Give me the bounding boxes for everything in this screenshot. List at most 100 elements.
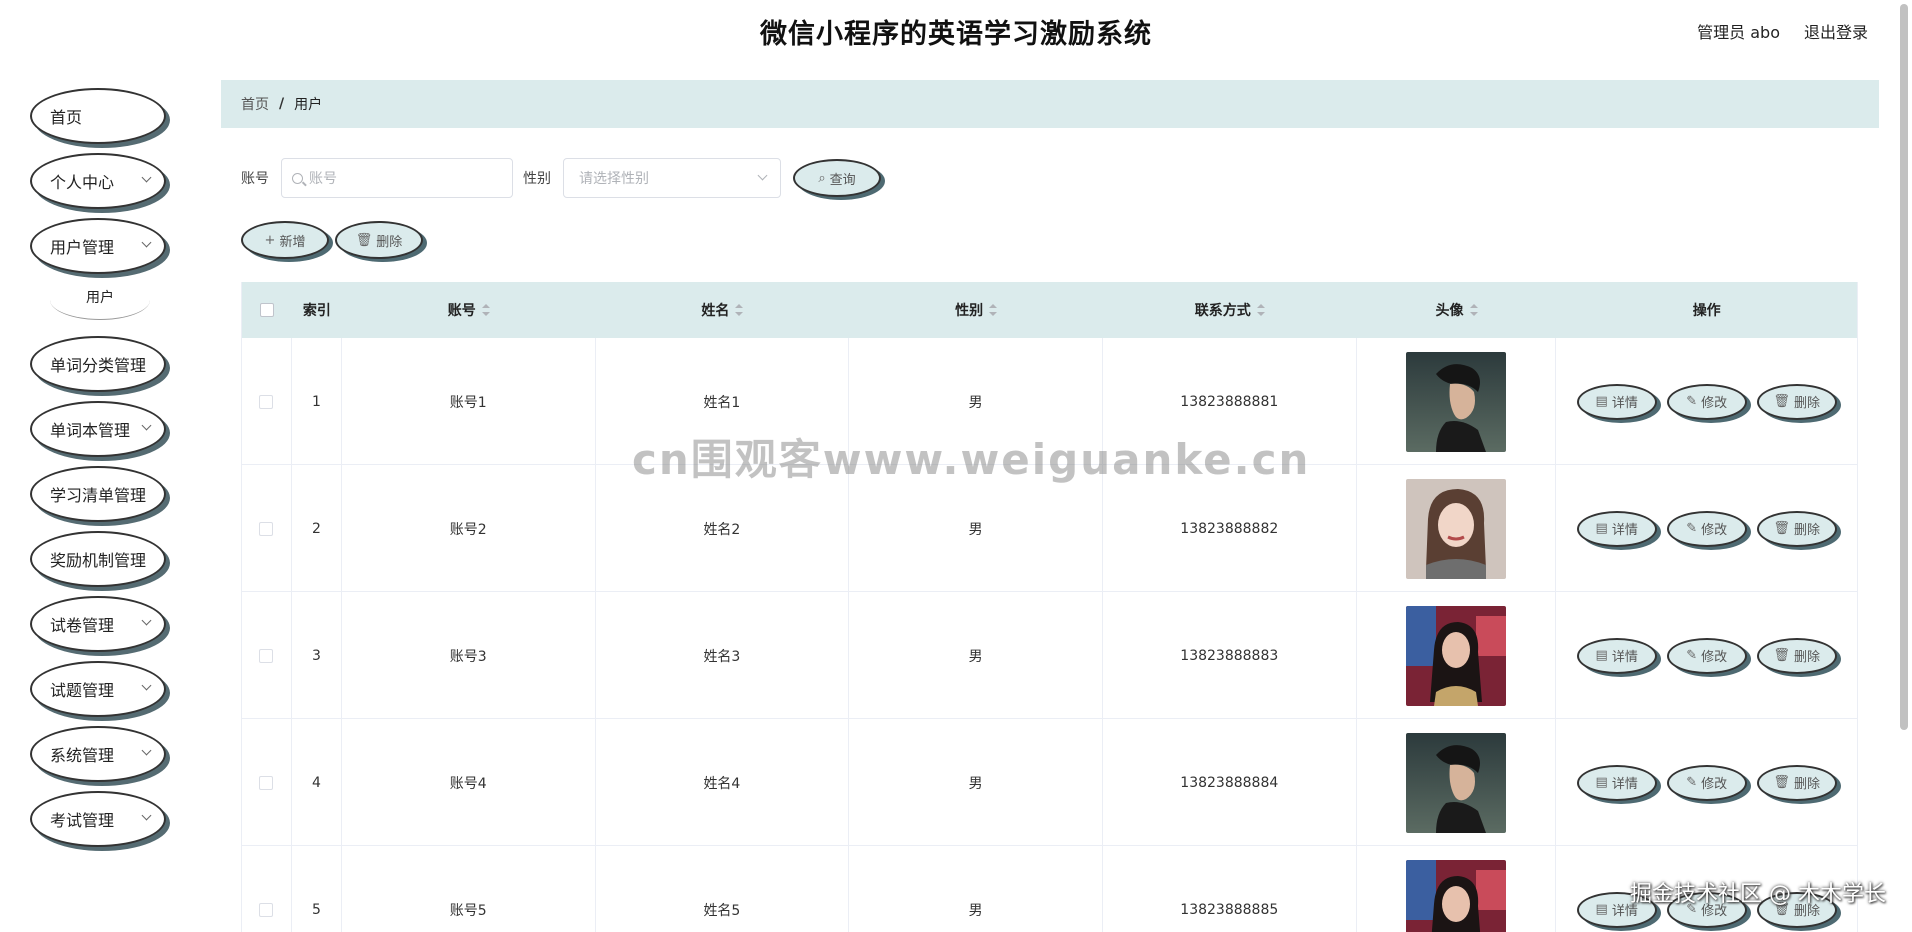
- column-header-actions: 操作: [1556, 282, 1857, 338]
- column-account-label: 账号: [447, 303, 476, 319]
- edit-button[interactable]: ✎ 修改: [1666, 637, 1747, 674]
- table-row[interactable]: 5 账号5 姓名5 男 13823888885 ▤ 详情 ✎ 修改 🗑 删除: [242, 846, 1857, 932]
- sort-icon[interactable]: [1469, 304, 1478, 316]
- edit-button[interactable]: ✎ 修改: [1666, 510, 1747, 547]
- detail-label: 详情: [1611, 650, 1638, 665]
- sidebar-subitem-user[interactable]: 用户: [50, 280, 150, 320]
- gender-select[interactable]: 请选择性别: [563, 158, 781, 198]
- table-row[interactable]: 4 账号4 姓名4 男 13823888884 ▤ 详情 ✎ 修改 🗑 删除: [242, 719, 1857, 846]
- pencil-icon: ✎: [1686, 521, 1698, 536]
- sidebar-item-label: 单词分类管理: [50, 356, 147, 375]
- row-checkbox[interactable]: [259, 394, 274, 409]
- row-checkbox[interactable]: [259, 902, 274, 917]
- sidebar-item[interactable]: 首页: [30, 88, 166, 144]
- row-checkbox[interactable]: [259, 648, 274, 663]
- delete-button[interactable]: 🗑 删除: [1756, 764, 1837, 801]
- delete-button[interactable]: 🗑 删除: [1756, 383, 1837, 420]
- account-value: 账号4: [449, 775, 487, 792]
- name-value: 姓名3: [703, 648, 741, 665]
- column-header-name[interactable]: 姓名: [596, 282, 850, 338]
- sidebar-item[interactable]: 学习清单管理: [30, 466, 166, 522]
- account-value: 账号5: [449, 902, 487, 919]
- edit-label: 修改: [1701, 396, 1728, 411]
- index-value: 4: [311, 774, 321, 791]
- detail-button[interactable]: ▤ 详情: [1576, 510, 1657, 547]
- detail-label: 详情: [1611, 523, 1638, 538]
- row-select-cell: [242, 846, 292, 932]
- sort-icon[interactable]: [1256, 304, 1265, 316]
- add-button[interactable]: + 新增: [241, 221, 329, 259]
- pencil-icon: ✎: [1686, 648, 1698, 663]
- sidebar-item[interactable]: 个人中心: [30, 153, 166, 209]
- row-checkbox[interactable]: [259, 775, 274, 790]
- edit-button[interactable]: ✎ 修改: [1666, 383, 1747, 420]
- select-all-checkbox[interactable]: [259, 303, 274, 317]
- name-value: 姓名1: [703, 394, 741, 411]
- trash-icon: 🗑: [1773, 775, 1790, 790]
- detail-button[interactable]: ▤ 详情: [1576, 764, 1657, 801]
- cell-phone: 13823888885: [1103, 846, 1357, 932]
- column-name-label: 姓名: [701, 303, 730, 319]
- avatar-image: [1406, 351, 1506, 452]
- cell-name: 姓名5: [596, 846, 850, 932]
- cell-avatar: [1357, 338, 1557, 465]
- sort-icon[interactable]: [735, 304, 744, 316]
- logout-link[interactable]: 退出登录: [1804, 19, 1868, 43]
- sidebar-item[interactable]: 奖励机制管理: [30, 531, 166, 587]
- detail-button[interactable]: ▤ 详情: [1576, 383, 1657, 420]
- row-select-cell: [242, 465, 292, 592]
- query-button[interactable]: ⌕ 查询: [793, 159, 881, 197]
- avatar-image: [1406, 732, 1506, 833]
- name-value: 姓名4: [703, 775, 741, 792]
- avatar-image: [1406, 859, 1506, 932]
- sidebar-item[interactable]: 用户管理: [30, 218, 166, 274]
- sort-icon[interactable]: [481, 304, 490, 316]
- sidebar-item-label: 个人中心: [50, 173, 115, 192]
- column-phone-label: 联系方式: [1194, 303, 1251, 319]
- sidebar-item[interactable]: 系统管理: [30, 726, 166, 782]
- phone-value: 13823888881: [1180, 393, 1279, 410]
- document-icon: ▤: [1595, 521, 1608, 536]
- gender-value: 男: [968, 394, 983, 411]
- query-label: 查询: [829, 172, 856, 188]
- sort-icon[interactable]: [989, 304, 998, 316]
- search-icon: [292, 172, 303, 184]
- vertical-scrollbar[interactable]: [1900, 0, 1908, 932]
- row-select-cell: [242, 592, 292, 719]
- column-gender-label: 性别: [955, 303, 984, 319]
- detail-label: 详情: [1611, 777, 1638, 792]
- phone-value: 13823888883: [1180, 647, 1279, 664]
- scrollbar-thumb[interactable]: [1900, 4, 1908, 730]
- sidebar-item[interactable]: 考试管理: [30, 791, 166, 847]
- delete-button[interactable]: 🗑 删除: [1756, 510, 1837, 547]
- watermark-text: cn围观客www.weiguanke.cn: [632, 435, 1311, 484]
- index-value: 5: [311, 901, 321, 918]
- table-row[interactable]: 3 账号3 姓名3 男 13823888883 ▤ 详情 ✎ 修改 🗑 删除: [242, 592, 1857, 719]
- column-header-phone[interactable]: 联系方式: [1103, 282, 1357, 338]
- delete-button[interactable]: 🗑 删除: [1756, 637, 1837, 674]
- breadcrumb-home[interactable]: 首页: [241, 94, 269, 114]
- cell-gender: 男: [849, 592, 1103, 719]
- batch-delete-button[interactable]: 🗑 删除: [335, 221, 423, 259]
- sidebar-item[interactable]: 单词分类管理: [30, 336, 166, 392]
- cell-index: 1: [292, 338, 342, 465]
- cell-account: 账号3: [342, 592, 596, 719]
- sidebar-item[interactable]: 单词本管理: [30, 401, 166, 457]
- breadcrumb: 首页 / 用户: [221, 80, 1879, 128]
- detail-button[interactable]: ▤ 详情: [1576, 637, 1657, 674]
- row-checkbox[interactable]: [259, 521, 274, 536]
- sidebar-item[interactable]: 试卷管理: [30, 596, 166, 652]
- column-header-avatar[interactable]: 头像: [1357, 282, 1557, 338]
- gender-value: 男: [968, 902, 983, 919]
- column-header-account[interactable]: 账号: [342, 282, 596, 338]
- chevron-down-icon: [141, 237, 152, 248]
- edit-button[interactable]: ✎ 修改: [1666, 764, 1747, 801]
- current-user: 管理员 abo: [1697, 23, 1780, 42]
- column-header-gender[interactable]: 性别: [849, 282, 1103, 338]
- sidebar-item[interactable]: 试题管理: [30, 661, 166, 717]
- cell-name: 姓名3: [596, 592, 850, 719]
- row-select-cell: [242, 719, 292, 846]
- account-search-input[interactable]: 账号: [281, 158, 513, 198]
- document-icon: ▤: [1595, 648, 1608, 663]
- document-icon: ▤: [1595, 775, 1608, 790]
